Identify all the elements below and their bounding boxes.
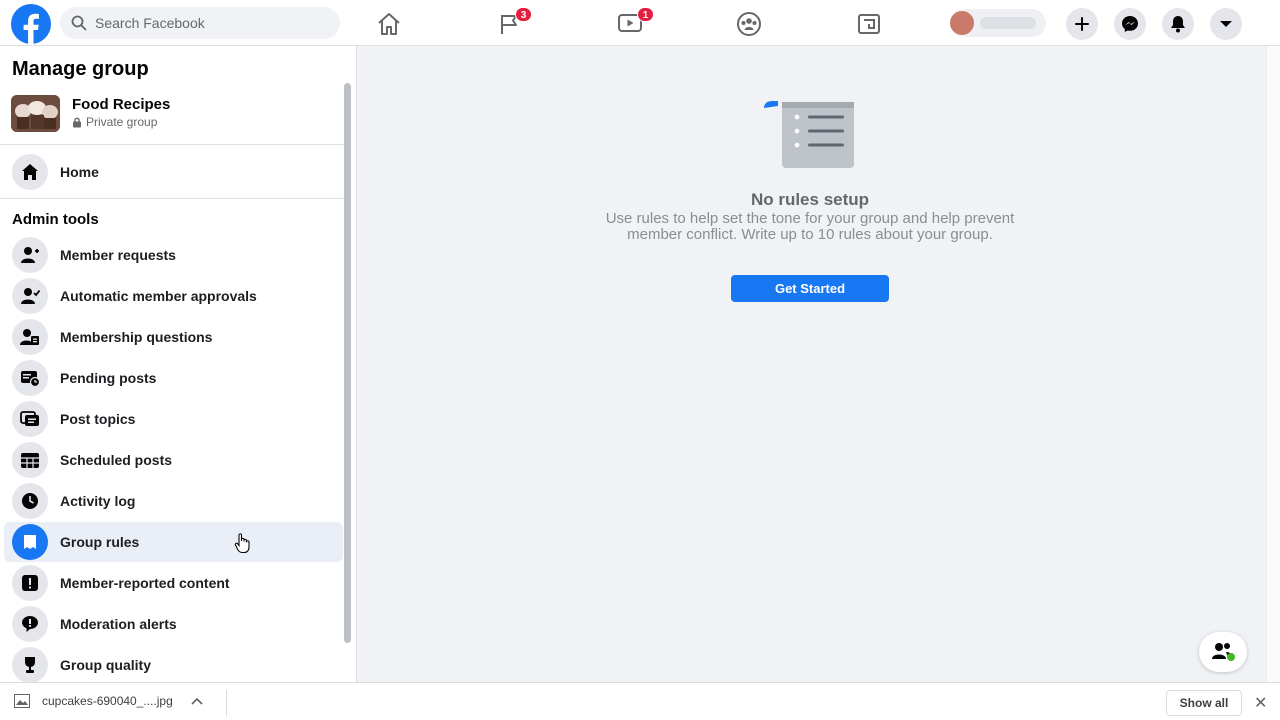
download-item[interactable]: cupcakes-690040_....jpg xyxy=(14,694,203,708)
membership-questions-icon xyxy=(12,319,48,355)
group-privacy-label: Private group xyxy=(86,115,158,129)
nav-watch-button[interactable]: 1 xyxy=(602,6,658,42)
sidebar-item-label: Member requests xyxy=(60,247,176,263)
sidebar-item-label: Group quality xyxy=(60,657,151,673)
show-all-button[interactable]: Show all xyxy=(1166,690,1242,716)
member-list-button[interactable] xyxy=(1199,632,1247,672)
chevron-up-icon[interactable] xyxy=(191,697,203,705)
sidebar-item-automatic-member-approvals[interactable]: Automatic member approvals xyxy=(4,276,343,316)
admin-tools-heading: Admin tools xyxy=(12,211,99,228)
sidebar-item-group-rules[interactable]: Group rules xyxy=(4,522,343,562)
avatar xyxy=(950,11,974,35)
gaming-icon xyxy=(858,14,880,34)
clock-icon xyxy=(12,483,48,519)
sidebar-item-post-topics[interactable]: Post topics xyxy=(4,399,343,439)
sidebar-item-label: Moderation alerts xyxy=(60,616,177,632)
sidebar-item-label: Group rules xyxy=(60,534,140,550)
home-icon xyxy=(12,154,48,190)
plus-icon xyxy=(1075,17,1089,31)
profile-name-blurred xyxy=(980,17,1036,29)
sidebar-item-group-quality[interactable]: Group quality xyxy=(4,645,343,682)
nav-pages-button[interactable]: 3 xyxy=(482,6,538,42)
top-navigation-bar: 3 1 xyxy=(0,0,1280,46)
member-requests-icon xyxy=(12,237,48,273)
facebook-logo-icon[interactable] xyxy=(11,4,51,44)
auto-approvals-icon xyxy=(12,278,48,314)
sidebar-item-membership-questions[interactable]: Membership questions xyxy=(4,317,343,357)
caret-down-icon xyxy=(1220,21,1232,27)
search-input[interactable] xyxy=(95,7,335,39)
people-icon xyxy=(1212,643,1235,661)
rules-document-illustration xyxy=(764,101,854,168)
nav-groups-button[interactable] xyxy=(721,6,777,42)
hand-cursor-icon xyxy=(234,533,250,554)
messenger-icon xyxy=(1122,16,1138,32)
empty-state-title: No rules setup xyxy=(750,190,870,209)
download-file-name: cupcakes-690040_....jpg xyxy=(42,694,173,708)
sidebar-item-home[interactable]: Home xyxy=(4,152,343,192)
sidebar-item-moderation-alerts[interactable]: Moderation alerts xyxy=(4,604,343,644)
sidebar-item-label: Home xyxy=(60,164,99,180)
nav-gaming-button[interactable] xyxy=(841,6,897,42)
search-box[interactable] xyxy=(60,7,340,39)
account-menu-button[interactable] xyxy=(1210,8,1242,40)
empty-state-description: Use rules to help set the tone for your … xyxy=(605,210,1015,243)
sidebar-title: Manage group xyxy=(12,58,149,80)
lock-icon xyxy=(73,117,81,127)
sidebar-item-label: Pending posts xyxy=(60,370,157,386)
home-icon xyxy=(378,13,400,35)
trophy-icon xyxy=(12,647,48,682)
group-name[interactable]: Food Recipes xyxy=(72,96,170,113)
manage-group-sidebar: Manage group Food Recipes Private group … xyxy=(0,46,357,682)
image-file-icon xyxy=(14,694,30,708)
group-privacy: Private group xyxy=(72,115,157,129)
search-icon xyxy=(71,15,87,31)
divider xyxy=(0,198,345,199)
get-started-button[interactable]: Get Started xyxy=(731,275,889,302)
speech-bubble-icon xyxy=(12,606,48,642)
post-topics-icon xyxy=(12,401,48,437)
alert-icon xyxy=(12,565,48,601)
profile-button[interactable] xyxy=(950,9,1046,37)
watch-badge: 1 xyxy=(637,7,654,22)
group-thumbnail[interactable] xyxy=(11,95,60,132)
sidebar-item-label: Membership questions xyxy=(60,329,213,345)
close-icon[interactable]: ✕ xyxy=(1254,693,1267,713)
sidebar-item-label: Activity log xyxy=(60,493,136,509)
groups-icon xyxy=(737,12,761,36)
sidebar-item-member-requests[interactable]: Member requests xyxy=(4,235,343,275)
messenger-button[interactable] xyxy=(1114,8,1146,40)
create-button[interactable] xyxy=(1066,8,1098,40)
pages-badge: 3 xyxy=(515,7,532,22)
page-scrollbar[interactable] xyxy=(1266,46,1280,682)
sidebar-item-label: Scheduled posts xyxy=(60,452,173,468)
divider xyxy=(226,690,227,716)
scheduled-posts-icon xyxy=(12,442,48,478)
pending-posts-icon xyxy=(12,360,48,396)
sidebar-scrollbar[interactable] xyxy=(344,83,351,643)
sidebar-item-activity-log[interactable]: Activity log xyxy=(4,481,343,521)
rules-icon xyxy=(12,524,48,560)
download-bar: cupcakes-690040_....jpg Show all ✕ xyxy=(0,682,1280,720)
bell-icon xyxy=(1171,16,1185,33)
sidebar-item-member-reported-content[interactable]: Member-reported content xyxy=(4,563,343,603)
nav-home-button[interactable] xyxy=(361,6,417,42)
main-content: No rules setup Use rules to help set the… xyxy=(358,46,1280,682)
sidebar-item-label: Member-reported content xyxy=(60,575,230,591)
divider xyxy=(0,144,345,145)
sidebar-item-pending-posts[interactable]: Pending posts xyxy=(4,358,343,398)
sidebar-item-scheduled-posts[interactable]: Scheduled posts xyxy=(4,440,343,480)
sidebar-item-label: Post topics xyxy=(60,411,136,427)
sidebar-item-label: Automatic member approvals xyxy=(60,288,257,304)
notifications-button[interactable] xyxy=(1162,8,1194,40)
